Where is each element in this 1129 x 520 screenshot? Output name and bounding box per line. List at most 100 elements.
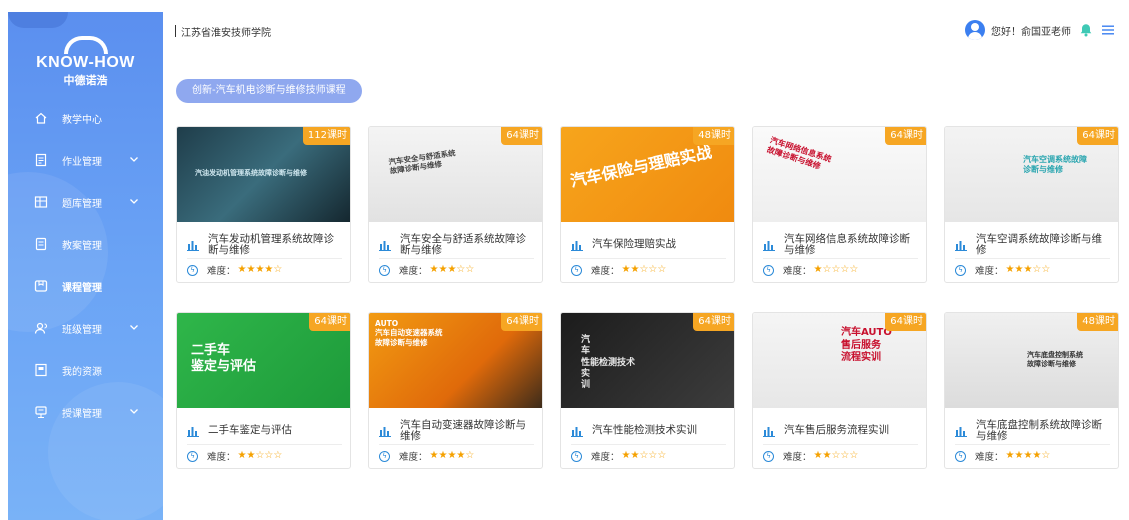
course-title-row: 汽车自动变速器故障诊断与维修 <box>379 417 534 445</box>
difficulty-label: 难度： <box>399 266 428 277</box>
course-thumbnail[interactable]: 汽车AUTO 售后服务 流程实训 64课时 <box>753 313 926 408</box>
hours-badge: 64课时 <box>501 313 542 331</box>
course-thumbnail[interactable]: 二手车 鉴定与评估 64课时 <box>177 313 350 408</box>
chevron-down-icon[interactable] <box>128 321 140 333</box>
difficulty-label: 难度： <box>207 452 236 463</box>
thumbnail-caption: 汽车底盘控制系统 故障诊断与维修 <box>1027 351 1083 368</box>
difficulty-label: 难度： <box>591 452 620 463</box>
lightning-icon: ϟ <box>379 450 390 462</box>
star-empty-icon: ☆ <box>657 264 667 275</box>
course-thumbnail[interactable]: 汽 车 性能检测技术 实 训 64课时 <box>561 313 734 408</box>
course-title[interactable]: 汽车性能检测技术实训 <box>592 425 697 436</box>
course-card[interactable]: 二手车 鉴定与评估 64课时二手车鉴定与评估 ϟ 难度： ★★☆☆☆ <box>176 312 351 469</box>
course-title[interactable]: 汽车自动变速器故障诊断与维修 <box>400 419 534 442</box>
course-thumbnail[interactable]: 汽车安全与舒适系统 故障诊断与维修 64课时 <box>369 127 542 222</box>
course-card[interactable]: 汽车网络信息系统 故障诊断与维修 64课时汽车网络信息系统故障诊断与维修 ϟ 难度： ★… <box>752 126 927 283</box>
course-card[interactable]: 汽车AUTO 售后服务 流程实训 64课时 汽车售后服务流程实训 ϟ 难度： ★★☆☆☆ <box>752 312 927 469</box>
course-card[interactable]: 汽车保险与理赔实战 48课时 汽车保险理赔实战 ϟ 难度： ★★☆☆☆ <box>560 126 735 283</box>
course-title[interactable]: 汽车发动机管理系统故障诊断与维修 <box>208 233 342 256</box>
course-thumbnail[interactable]: 汽车底盘控制系统 故障诊断与维修 48课时 <box>945 313 1118 408</box>
difficulty-stars: ★★★☆☆ <box>430 264 475 276</box>
difficulty-label: 难度： <box>207 266 236 277</box>
course-card[interactable]: AUTO 汽车自动变速器系统 故障诊断与维修 64课时汽车自动变速器故障诊断与维修… <box>368 312 543 469</box>
sidebar-decoration <box>8 12 68 28</box>
school-name: 江苏省淮安技师学院 <box>175 24 271 39</box>
bar-chart-icon <box>571 426 583 437</box>
sidebar: KNOW-HOW 中德诺浩 教学中心作业管理题库管理教案管理 课程管理 班级管理 我的… <box>8 12 163 520</box>
bell-icon[interactable] <box>1079 23 1093 37</box>
sidebar-item-1[interactable]: 作业管理 <box>8 139 163 181</box>
difficulty-row: ϟ 难度： ★★☆☆☆ <box>187 448 282 464</box>
hours-badge: 48课时 <box>693 127 734 145</box>
course-title-row: 汽车底盘控制系统故障诊断与维修 <box>955 417 1110 445</box>
thumbnail-caption: 汽车AUTO 售后服务 流程实训 <box>841 327 892 363</box>
question-bank-icon <box>34 195 48 209</box>
star-empty-icon: ☆ <box>657 450 667 461</box>
star-empty-icon: ☆ <box>465 450 475 461</box>
star-empty-icon: ☆ <box>273 450 283 461</box>
course-title[interactable]: 汽车保险理赔实战 <box>592 239 676 250</box>
difficulty-stars: ★★★☆☆ <box>1006 264 1051 276</box>
logo-brand: KNOW-HOW <box>36 54 135 71</box>
difficulty-stars: ★★★★☆ <box>238 264 283 276</box>
bar-chart-icon <box>955 426 967 437</box>
course-thumbnail[interactable]: AUTO 汽车自动变速器系统 故障诊断与维修 64课时 <box>369 313 542 408</box>
difficulty-label: 难度： <box>783 452 812 463</box>
difficulty-label: 难度： <box>975 266 1004 277</box>
logo: KNOW-HOW 中德诺浩 <box>8 36 163 88</box>
bar-chart-icon <box>763 426 775 437</box>
chevron-down-icon[interactable] <box>128 405 140 417</box>
difficulty-row: ϟ 难度： ★☆☆☆☆ <box>763 262 858 278</box>
thumbnail-caption: 汽车空调系统故障 诊断与维修 <box>1023 155 1087 174</box>
course-title[interactable]: 汽车售后服务流程实训 <box>784 425 889 436</box>
sidebar-item-2[interactable]: 题库管理 <box>8 181 163 223</box>
sidebar-item-5[interactable]: 班级管理 <box>8 307 163 349</box>
course-title-row: 汽车安全与舒适系统故障诊断与维修 <box>379 231 534 259</box>
course-card[interactable]: 汽车空调系统故障 诊断与维修 64课时汽车空调系统故障诊断与维修 ϟ 难度： ★★★☆☆ <box>944 126 1119 283</box>
difficulty-label: 难度： <box>591 266 620 277</box>
sidebar-item-6[interactable]: 我的资源 <box>8 349 163 391</box>
sidebar-item-label: 题库管理 <box>62 198 102 210</box>
bar-chart-icon <box>763 240 775 251</box>
course-card[interactable]: 汽油发动机管理系统故障诊断与维修 112课时 汽车发动机管理系统故障诊断与维修 ϟ 难度… <box>176 126 351 283</box>
difficulty-stars: ★★☆☆☆ <box>622 264 667 276</box>
difficulty-row: ϟ 难度： ★★★☆☆ <box>955 262 1050 278</box>
course-title[interactable]: 汽车空调系统故障诊断与维修 <box>976 233 1110 256</box>
course-title[interactable]: 汽车网络信息系统故障诊断与维修 <box>784 233 918 256</box>
hours-badge: 64课时 <box>1077 127 1118 145</box>
difficulty-stars: ★★★★☆ <box>430 450 475 462</box>
difficulty-label: 难度： <box>975 452 1004 463</box>
sidebar-item-4[interactable]: 课程管理 <box>8 265 163 307</box>
course-thumbnail[interactable]: 汽车网络信息系统 故障诊断与维修 64课时 <box>753 127 926 222</box>
course-title-row: 汽车空调系统故障诊断与维修 <box>955 231 1110 259</box>
course-card[interactable]: 汽车安全与舒适系统 故障诊断与维修 64课时 汽车安全与舒适系统故障诊断与维修 ϟ 难度… <box>368 126 543 283</box>
sidebar-item-0[interactable]: 教学中心 <box>8 97 163 139</box>
class-icon <box>34 321 48 335</box>
hours-badge: 64课时 <box>501 127 542 145</box>
course-title[interactable]: 汽车底盘控制系统故障诊断与维修 <box>976 419 1110 442</box>
sidebar-item-label: 教学中心 <box>62 114 102 126</box>
course-card[interactable]: 汽车底盘控制系统 故障诊断与维修 48课时汽车底盘控制系统故障诊断与维修 ϟ 难度： ★… <box>944 312 1119 469</box>
bar-chart-icon <box>187 426 199 437</box>
bar-chart-icon <box>571 240 583 251</box>
chevron-down-icon[interactable] <box>128 195 140 207</box>
course-card[interactable]: 汽 车 性能检测技术 实 训 64课时汽车性能检测技术实训 ϟ 难度： ★★☆☆☆ <box>560 312 735 469</box>
difficulty-row: ϟ 难度： ★★☆☆☆ <box>571 448 666 464</box>
course-thumbnail[interactable]: 汽油发动机管理系统故障诊断与维修 112课时 <box>177 127 350 222</box>
course-thumbnail[interactable]: 汽车保险与理赔实战 48课时 <box>561 127 734 222</box>
lightning-icon: ϟ <box>955 450 966 462</box>
difficulty-stars: ★★★★☆ <box>1006 450 1051 462</box>
lightning-icon: ϟ <box>763 450 774 462</box>
course-title[interactable]: 二手车鉴定与评估 <box>208 425 292 436</box>
lesson-plan-icon <box>34 237 48 251</box>
teaching-icon <box>34 405 48 419</box>
avatar[interactable] <box>965 20 985 40</box>
chevron-down-icon[interactable] <box>128 153 140 165</box>
sidebar-item-3[interactable]: 教案管理 <box>8 223 163 265</box>
user-greeting[interactable]: 您好！俞国亚老师 <box>991 23 1071 38</box>
menu-icon[interactable] <box>1101 23 1115 37</box>
course-title[interactable]: 汽车安全与舒适系统故障诊断与维修 <box>400 233 534 256</box>
course-category-tag[interactable]: 创新-汽车机电诊断与维修技师课程 <box>176 79 362 103</box>
course-thumbnail[interactable]: 汽车空调系统故障 诊断与维修 64课时 <box>945 127 1118 222</box>
sidebar-item-7[interactable]: 授课管理 <box>8 391 163 433</box>
